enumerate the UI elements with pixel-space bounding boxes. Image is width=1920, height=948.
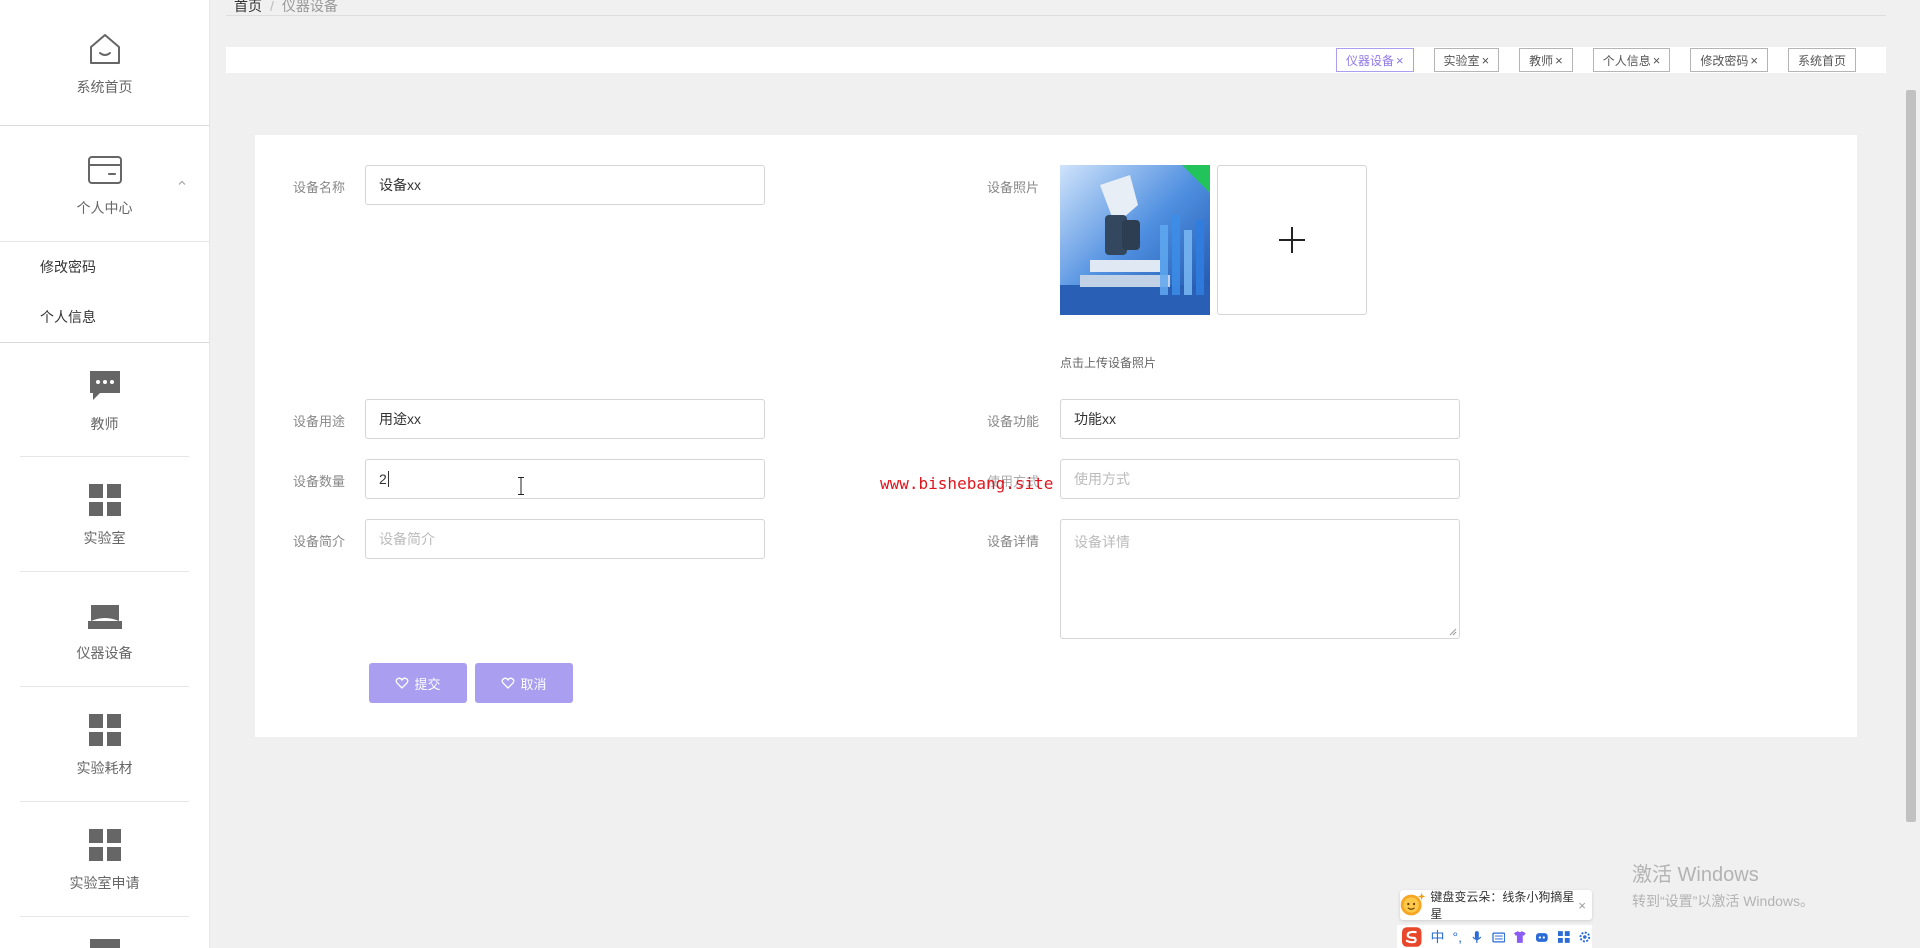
sidebar-item-partial[interactable]	[20, 917, 189, 948]
close-icon[interactable]: ×	[1750, 53, 1758, 68]
detail-textarea[interactable]: 设备详情	[1060, 519, 1460, 639]
equipment-form: 设备名称 设备xx 设备照片 点击上传设备照片 设备用途 用途xx 设备功能 功…	[255, 135, 1857, 737]
grid-icon	[88, 714, 121, 746]
activation-subtitle: 转到“设置”以激活 Windows。	[1632, 893, 1815, 909]
detail-placeholder: 设备详情	[1074, 534, 1130, 550]
usage-input[interactable]: 用途xx	[365, 399, 765, 439]
sidebar-subitem-change-password[interactable]: 修改密码	[0, 242, 209, 292]
ime-tip-text: 键盘变云朵：线条小狗摘星星	[1430, 890, 1575, 921]
sidebar-item-label: 实验室	[83, 530, 126, 546]
equipment-photo[interactable]	[1060, 165, 1210, 315]
photo-label: 设备照片	[986, 180, 1039, 195]
breadcrumb-current: 仪器设备	[281, 0, 338, 14]
grid-icon	[88, 484, 121, 516]
close-icon[interactable]: ×	[1653, 53, 1661, 68]
upload-button[interactable]	[1217, 165, 1367, 315]
sun-icon	[1400, 892, 1426, 916]
submit-label: 提交	[414, 676, 441, 692]
sidebar-item-home[interactable]: 系统首页	[0, 0, 209, 126]
quantity-input[interactable]: 2	[365, 459, 765, 499]
activation-title: 激活 Windows	[1632, 864, 1759, 886]
name-input[interactable]: 设备xx	[365, 165, 765, 205]
detail-label: 设备详情	[986, 534, 1039, 549]
sidebar-item-lab[interactable]: 实验室	[20, 457, 189, 572]
settings-icon[interactable]	[1578, 930, 1592, 944]
sidebar-menu-personal[interactable]: 个人中心	[0, 126, 209, 242]
scrollbar[interactable]	[1906, 90, 1916, 822]
sidebar-item-label: 实验耗材	[76, 760, 133, 776]
sidebar-subitem-personal-info[interactable]: 个人信息	[0, 292, 209, 342]
sidebar-item-label: 系统首页	[76, 78, 133, 95]
ime-toolbar: 中 °,	[1397, 925, 1592, 948]
breadcrumb: 首页 / 仪器设备	[234, 0, 338, 16]
breadcrumb-separator: /	[270, 0, 274, 14]
function-label: 设备功能	[986, 414, 1039, 429]
tag-teacher[interactable]: 教师 ×	[1519, 48, 1573, 72]
sidebar-item-label: 个人中心	[76, 199, 133, 216]
sidebar-item-lab-application[interactable]: 实验室申请	[20, 802, 189, 917]
heart-icon	[502, 677, 515, 689]
divider	[226, 15, 1886, 16]
submit-button[interactable]: 提交	[369, 663, 467, 703]
sogou-logo-icon	[1401, 926, 1422, 947]
microscope-image	[1060, 165, 1210, 315]
breadcrumb-home[interactable]: 首页	[234, 0, 262, 14]
tag-equipment[interactable]: 仪器设备 ×	[1335, 48, 1414, 72]
quantity-label: 设备数量	[292, 474, 345, 489]
sidebar: 系统首页 个人中心 修改密码 个人信息 教师 实验室 仪器设备 实验耗材 实验室…	[0, 0, 210, 948]
close-icon[interactable]: ×	[1555, 53, 1563, 68]
function-input[interactable]: 功能xx	[1060, 399, 1460, 439]
tag-change-password[interactable]: 修改密码 ×	[1690, 48, 1768, 72]
quantity-value: 2	[379, 471, 387, 487]
sidebar-item-consumables[interactable]: 实验耗材	[20, 687, 189, 802]
plus-icon	[1279, 227, 1305, 253]
sidebar-item-label: 教师	[90, 415, 119, 432]
text-cursor	[387, 471, 389, 487]
partial-icon	[89, 939, 120, 948]
card-icon	[87, 155, 122, 184]
chevron-up-icon[interactable]	[177, 178, 187, 188]
windows-activation-notice: 激活 Windows 转到“设置”以激活 Windows。	[1632, 858, 1814, 911]
tag-home[interactable]: 系统首页	[1787, 48, 1856, 72]
tag-personal-info[interactable]: 个人信息 ×	[1592, 48, 1671, 72]
heart-icon	[396, 677, 409, 689]
robot-icon[interactable]	[1535, 930, 1549, 944]
ibeam-cursor-icon	[518, 477, 524, 495]
ime-punct[interactable]: °,	[1452, 929, 1462, 945]
method-input[interactable]: 使用方式	[1060, 459, 1460, 499]
microphone-icon[interactable]	[1470, 930, 1484, 944]
close-icon[interactable]: ×	[1396, 53, 1404, 68]
intro-input[interactable]: 设备简介	[365, 519, 765, 559]
home-icon	[89, 33, 120, 64]
chat-icon	[89, 370, 120, 400]
ime-lang[interactable]: 中	[1430, 927, 1444, 947]
close-icon[interactable]: ×	[1578, 898, 1586, 913]
sidebar-item-label: 仪器设备	[76, 645, 133, 661]
tag-lab[interactable]: 实验室 ×	[1433, 48, 1500, 72]
keyboard-icon[interactable]	[1491, 930, 1506, 944]
apps-icon[interactable]	[1557, 930, 1571, 944]
sidebar-item-teacher[interactable]: 教师	[20, 343, 189, 457]
site-watermark: www.bishebang.site	[880, 474, 1054, 493]
name-label: 设备名称	[292, 180, 345, 195]
skin-icon[interactable]	[1513, 930, 1527, 944]
sidebar-item-label: 实验室申请	[69, 875, 140, 891]
cancel-label: 取消	[520, 676, 547, 692]
close-icon[interactable]: ×	[1482, 53, 1490, 68]
store-icon	[87, 605, 122, 629]
usage-label: 设备用途	[292, 414, 345, 429]
grid-icon	[88, 829, 121, 861]
cancel-button[interactable]: 取消	[475, 663, 573, 703]
ime-tip[interactable]: 键盘变云朵：线条小狗摘星星 ×	[1400, 890, 1592, 921]
tags-bar: 仪器设备 × 实验室 × 教师 × 个人信息 × 修改密码 × 系统首页	[226, 47, 1886, 73]
sidebar-item-equipment[interactable]: 仪器设备	[20, 572, 189, 687]
upload-hint: 点击上传设备照片	[1060, 356, 1157, 370]
intro-label: 设备简介	[292, 534, 345, 549]
resize-handle-icon[interactable]	[1449, 628, 1457, 636]
